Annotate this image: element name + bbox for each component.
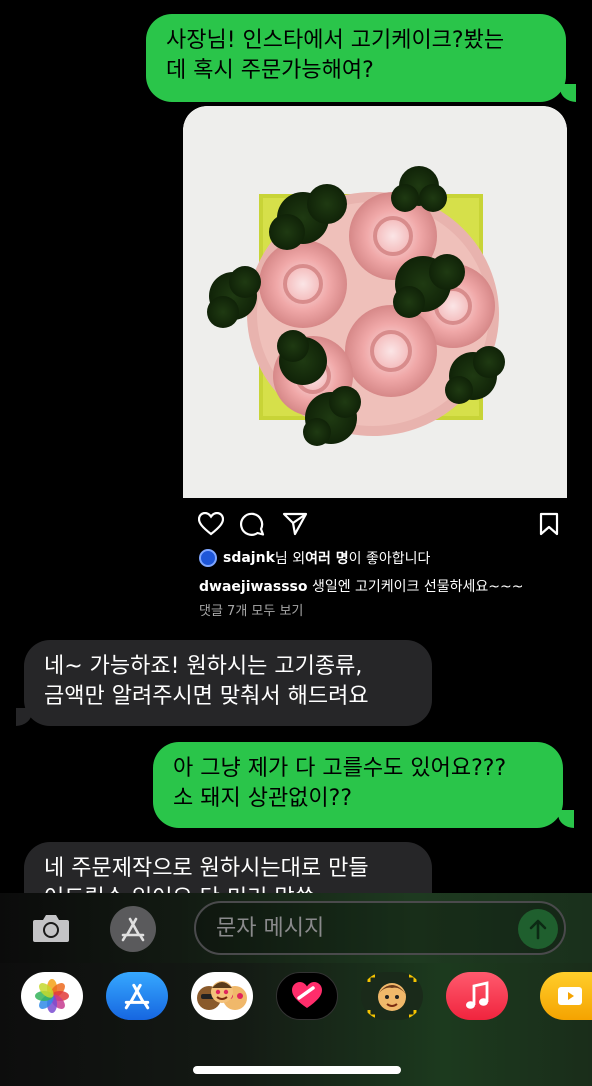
bubble-tail <box>560 84 576 102</box>
likes-suffix: 이 좋아합니다 <box>348 551 431 567</box>
message-input[interactable] <box>216 903 516 953</box>
meat-cake-image <box>183 106 567 498</box>
instagram-post-preview[interactable]: sdajnk 님 외 여러 명 이 좋아합니다 dwaejiwassso 생일엔… <box>183 106 567 628</box>
message-line: 소 돼지 상관없이?? <box>173 786 353 811</box>
instagram-action-bar <box>183 506 567 542</box>
home-indicator[interactable] <box>193 1066 401 1074</box>
outgoing-message[interactable]: 아 그냥 제가 다 고를수도 있어요??? 소 돼지 상관없이?? <box>153 742 563 828</box>
meat-cake-photo[interactable] <box>183 106 567 498</box>
memoji-stickers-icon[interactable] <box>191 972 253 1020</box>
message-line: 네 주문제작으로 원하시는대로 만들 <box>44 856 369 881</box>
post-caption: dwaejiwassso 생일엔 고기케이크 선물하세요~~~ <box>199 576 523 596</box>
comment-icon[interactable] <box>235 506 271 542</box>
arrow-up-icon <box>529 919 547 940</box>
likes-text: 님 외 <box>274 551 306 567</box>
incoming-message[interactable]: 네 주문제작으로 원하시는대로 만들 어드릴수 있어요 단 미리 말씀 <box>24 842 432 893</box>
heart-icon[interactable] <box>193 506 229 542</box>
app-store-icon[interactable] <box>106 972 168 1020</box>
incoming-message[interactable]: 네~ 가능하죠! 원하시는 고기종류, 금액만 알려주시면 맞춰서 해드려요 <box>24 640 432 726</box>
memoji-icon[interactable] <box>361 972 423 1020</box>
message-line: 사장님! 인스타에서 고기케이크?봤는 <box>166 28 505 53</box>
message-field[interactable] <box>194 901 566 955</box>
app-store-glyph-icon <box>121 917 145 942</box>
caption-text: 생일엔 고기케이크 선물하세요~~~ <box>307 579 524 595</box>
message-thread[interactable]: 사장님! 인스타에서 고기케이크?봤는 데 혹시 주문가능해여? sdajnk … <box>0 0 592 893</box>
message-line: 아 그냥 제가 다 고를수도 있어요??? <box>173 756 507 781</box>
message-line: 데 혹시 주문가능해여? <box>166 58 374 83</box>
music-icon[interactable] <box>446 972 508 1020</box>
more-apps-icon[interactable] <box>540 972 592 1020</box>
message-line: 어드릴수 있어요 단 미리 말씀 <box>44 884 412 893</box>
photos-icon[interactable] <box>21 972 83 1020</box>
send-button[interactable] <box>518 909 558 949</box>
share-icon[interactable] <box>277 506 313 542</box>
likes-line[interactable]: sdajnk 님 외 여러 명 이 좋아합니다 <box>199 548 430 568</box>
caption-username[interactable]: dwaejiwassso <box>199 579 308 595</box>
bookmark-icon[interactable] <box>531 506 567 542</box>
view-comments-link[interactable]: 댓글 7개 모두 보기 <box>199 600 303 619</box>
likes-count: 여러 명 <box>305 551 349 567</box>
bubble-tail <box>16 708 32 726</box>
message-line: 네~ 가능하죠! 원하시는 고기종류, <box>44 654 363 679</box>
camera-icon[interactable] <box>24 906 78 950</box>
avatar <box>199 549 217 567</box>
outgoing-message[interactable]: 사장님! 인스타에서 고기케이크?봤는 데 혹시 주문가능해여? <box>146 14 566 102</box>
message-line: 금액만 알려주시면 맞춰서 해드려요 <box>44 684 369 709</box>
likes-username: sdajnk <box>223 550 275 566</box>
digital-touch-icon[interactable] <box>276 972 338 1020</box>
bubble-tail <box>558 810 574 828</box>
app-store-button[interactable] <box>110 906 156 952</box>
